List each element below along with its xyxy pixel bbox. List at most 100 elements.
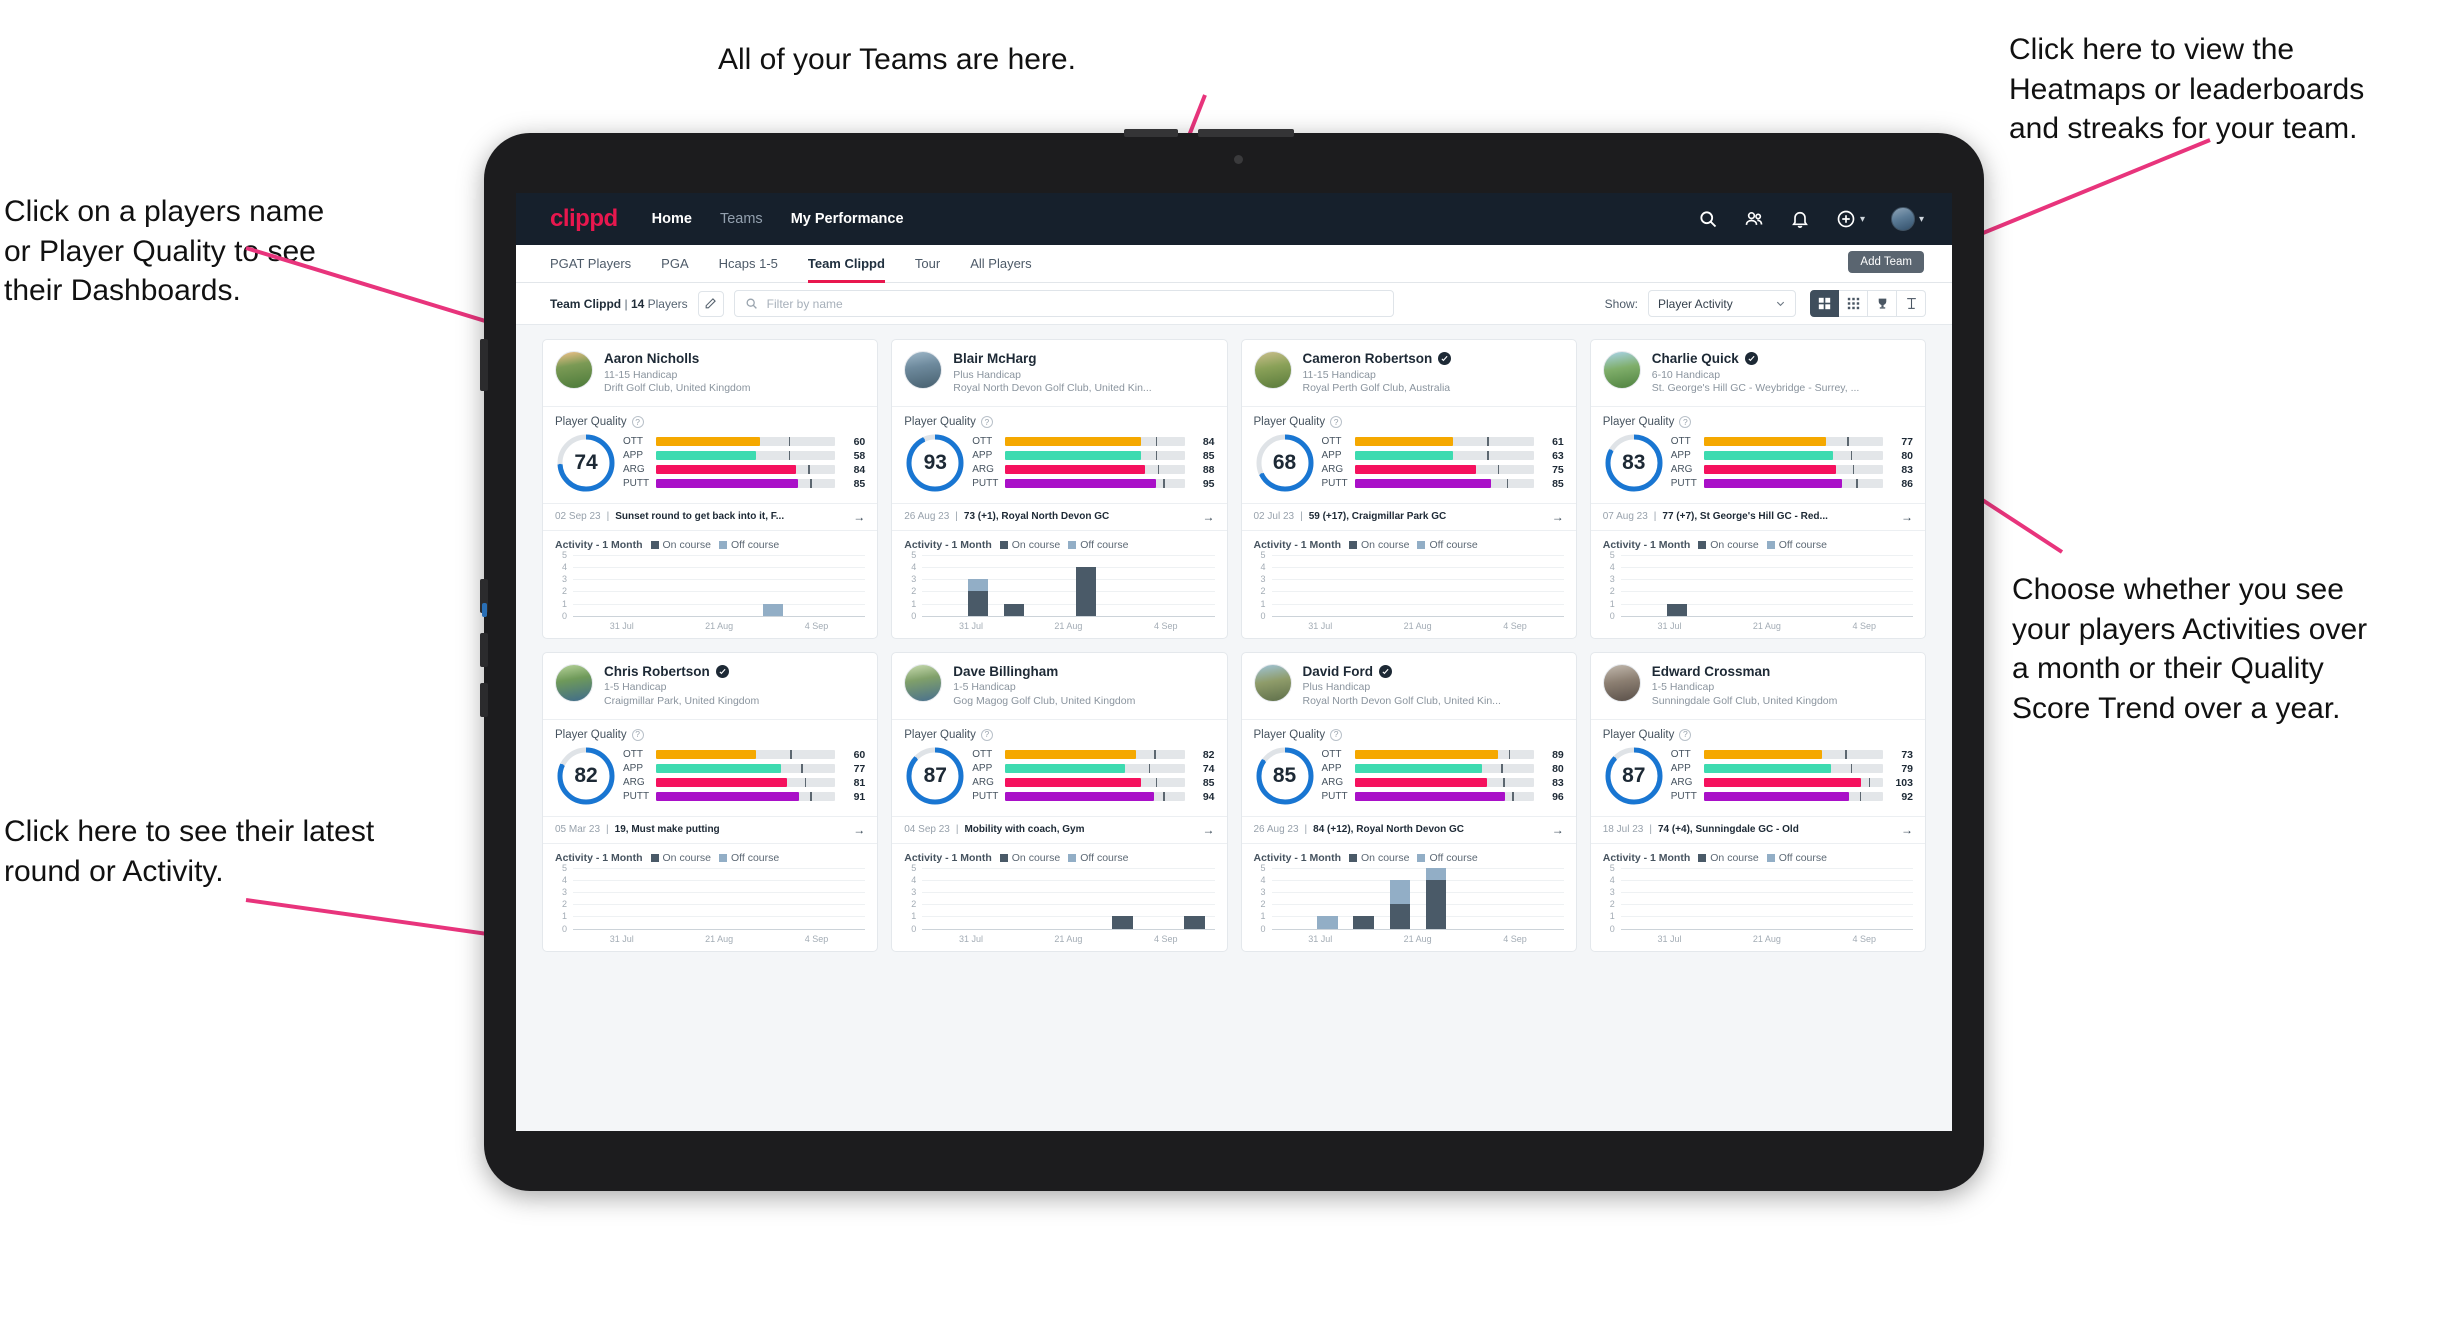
player-card[interactable]: Charlie Quick 6-10 Handicap St. George's… <box>1589 339 1926 639</box>
player-name-row[interactable]: Dave Billingham <box>953 664 1135 680</box>
add-team-button[interactable]: Add Team <box>1848 251 1924 273</box>
player-card-header[interactable]: Edward Crossman 1-5 Handicap Sunningdale… <box>1591 653 1925 719</box>
player-avatar[interactable] <box>1253 663 1292 702</box>
player-quality-body[interactable]: 82 OTT 60 APP 77 ARG 81 PUTT 91 <box>543 743 877 816</box>
player-quality-gauge[interactable]: 74 <box>555 432 617 494</box>
player-name-row[interactable]: Chris Robertson <box>604 664 759 680</box>
player-avatar[interactable] <box>555 351 593 389</box>
help-icon[interactable]: ? <box>1330 728 1343 741</box>
nav-link-my-performance[interactable]: My Performance <box>791 211 904 227</box>
nav-link-home[interactable]: Home <box>652 211 692 227</box>
player-quality-body[interactable]: 87 OTT 73 APP 79 ARG 103 PUTT 92 <box>1591 743 1925 816</box>
view-toggle-leaderboard[interactable] <box>1868 290 1897 317</box>
player-name-row[interactable]: Aaron Nicholls <box>604 351 750 367</box>
avatar[interactable]: ▾ <box>1890 207 1924 231</box>
tab-team-clippd[interactable]: Team Clippd <box>807 245 885 283</box>
player-name[interactable]: Cameron Robertson <box>1303 351 1433 367</box>
player-name[interactable]: David Ford <box>1303 664 1374 680</box>
plus-circle-icon[interactable]: ▾ <box>1836 209 1865 229</box>
player-name[interactable]: Edward Crossman <box>1652 664 1771 680</box>
tab-pgat-players[interactable]: PGAT Players <box>550 245 631 283</box>
show-select[interactable]: Player Activity <box>1648 290 1796 317</box>
player-name[interactable]: Dave Billingham <box>953 664 1058 680</box>
tab-pga[interactable]: PGA <box>661 245 688 283</box>
player-avatar[interactable] <box>904 351 943 389</box>
arrow-right-icon[interactable]: → <box>1901 510 1913 524</box>
latest-round-row[interactable]: 04 Sep 23 | Mobility with coach, Gym → <box>892 815 1227 844</box>
player-quality-gauge[interactable]: 85 <box>1254 745 1316 807</box>
player-quality-gauge[interactable]: 68 <box>1254 432 1316 494</box>
player-card[interactable]: Aaron Nicholls 11-15 Handicap Drift Golf… <box>542 339 879 639</box>
help-icon[interactable]: ? <box>1679 415 1692 428</box>
arrow-right-icon[interactable]: → <box>1552 510 1564 524</box>
tab-tour[interactable]: Tour <box>915 245 940 283</box>
help-icon[interactable]: ? <box>1330 415 1343 428</box>
player-name[interactable]: Chris Robertson <box>604 664 710 680</box>
view-toggle-grid-small[interactable] <box>1839 290 1868 317</box>
tab-all-players[interactable]: All Players <box>970 245 1031 283</box>
arrow-right-icon[interactable]: → <box>853 510 865 524</box>
latest-round-row[interactable]: 02 Sep 23 | Sunset round to get back int… <box>543 502 878 531</box>
player-avatar[interactable] <box>1602 663 1641 702</box>
help-icon[interactable]: ? <box>980 728 993 741</box>
help-icon[interactable]: ? <box>631 728 644 741</box>
clippd-logo[interactable]: clippd <box>550 205 618 233</box>
player-card-header[interactable]: Aaron Nicholls 11-15 Handicap Drift Golf… <box>543 340 877 406</box>
latest-round-row[interactable]: 26 Aug 23 | 73 (+1), Royal North Devon G… <box>892 502 1227 531</box>
latest-round-row[interactable]: 18 Jul 23 | 74 (+4), Sunningdale GC - Ol… <box>1590 815 1925 844</box>
player-name[interactable]: Aaron Nicholls <box>604 351 699 367</box>
latest-round-row[interactable]: 02 Jul 23 | 59 (+17), Craigmillar Park G… <box>1241 502 1576 531</box>
player-card-header[interactable]: Chris Robertson 1-5 Handicap Craigmillar… <box>543 653 877 719</box>
search-icon[interactable] <box>1698 209 1718 229</box>
player-card[interactable]: Edward Crossman 1-5 Handicap Sunningdale… <box>1589 651 1926 952</box>
search-input[interactable]: Filter by name <box>733 290 1394 317</box>
people-icon[interactable] <box>1744 209 1764 229</box>
player-quality-gauge[interactable]: 87 <box>904 745 966 807</box>
player-card-header[interactable]: Cameron Robertson 11-15 Handicap Royal P… <box>1242 340 1576 406</box>
player-quality-gauge[interactable]: 87 <box>1603 745 1665 807</box>
latest-round-row[interactable]: 05 Mar 23 | 19, Must make putting → <box>543 815 878 844</box>
player-quality-body[interactable]: 93 OTT 84 APP 85 ARG 88 PUTT 95 <box>892 430 1226 503</box>
player-name-row[interactable]: Edward Crossman <box>1652 664 1838 680</box>
edit-team-button[interactable] <box>697 290 724 317</box>
player-card-header[interactable]: Blair McHarg Plus Handicap Royal North D… <box>892 340 1226 406</box>
latest-round-row[interactable]: 26 Aug 23 | 84 (+12), Royal North Devon … <box>1241 815 1576 844</box>
player-quality-gauge[interactable]: 83 <box>1603 432 1665 494</box>
view-toggle-heatmap[interactable] <box>1897 290 1926 317</box>
player-avatar[interactable] <box>555 663 593 702</box>
bell-icon[interactable] <box>1790 209 1810 229</box>
player-quality-body[interactable]: 68 OTT 61 APP 63 ARG 75 PUTT 85 <box>1242 430 1576 503</box>
player-name-row[interactable]: Blair McHarg <box>953 351 1151 367</box>
player-name[interactable]: Charlie Quick <box>1652 351 1739 367</box>
player-avatar[interactable] <box>1602 351 1641 389</box>
player-quality-body[interactable]: 87 OTT 82 APP 74 ARG 85 PUTT 94 <box>892 743 1226 816</box>
arrow-right-icon[interactable]: → <box>1901 823 1913 837</box>
help-icon[interactable]: ? <box>1679 728 1692 741</box>
player-card[interactable]: David Ford Plus Handicap Royal North Dev… <box>1240 651 1577 952</box>
arrow-right-icon[interactable]: → <box>1552 823 1564 837</box>
player-name-row[interactable]: David Ford <box>1303 664 1501 680</box>
arrow-right-icon[interactable]: → <box>1203 510 1215 524</box>
view-toggle-grid-large[interactable] <box>1810 290 1839 317</box>
player-card[interactable]: Cameron Robertson 11-15 Handicap Royal P… <box>1240 339 1577 639</box>
player-card[interactable]: Blair McHarg Plus Handicap Royal North D… <box>891 339 1228 639</box>
player-quality-gauge[interactable]: 82 <box>555 745 617 807</box>
player-quality-body[interactable]: 74 OTT 60 APP 58 ARG 84 PUTT 85 <box>543 430 877 503</box>
player-card-header[interactable]: David Ford Plus Handicap Royal North Dev… <box>1242 653 1576 719</box>
player-card-header[interactable]: Dave Billingham 1-5 Handicap Gog Magog G… <box>892 653 1226 719</box>
help-icon[interactable]: ? <box>631 415 644 428</box>
player-card-header[interactable]: Charlie Quick 6-10 Handicap St. George's… <box>1591 340 1925 406</box>
player-name-row[interactable]: Cameron Robertson <box>1303 351 1452 367</box>
latest-round-row[interactable]: 07 Aug 23 | 77 (+7), St George's Hill GC… <box>1590 502 1925 531</box>
arrow-right-icon[interactable]: → <box>1203 823 1215 837</box>
player-avatar[interactable] <box>1253 351 1292 389</box>
tab-hcaps-1-5[interactable]: Hcaps 1-5 <box>719 245 778 283</box>
player-quality-body[interactable]: 83 OTT 77 APP 80 ARG 83 PUTT 86 <box>1591 430 1925 503</box>
player-card[interactable]: Chris Robertson 1-5 Handicap Craigmillar… <box>542 651 879 952</box>
nav-link-teams[interactable]: Teams <box>720 211 763 227</box>
player-name-row[interactable]: Charlie Quick <box>1652 351 1860 367</box>
help-icon[interactable]: ? <box>980 415 993 428</box>
player-avatar[interactable] <box>904 663 943 702</box>
player-quality-gauge[interactable]: 93 <box>904 432 966 494</box>
player-card[interactable]: Dave Billingham 1-5 Handicap Gog Magog G… <box>891 651 1228 952</box>
